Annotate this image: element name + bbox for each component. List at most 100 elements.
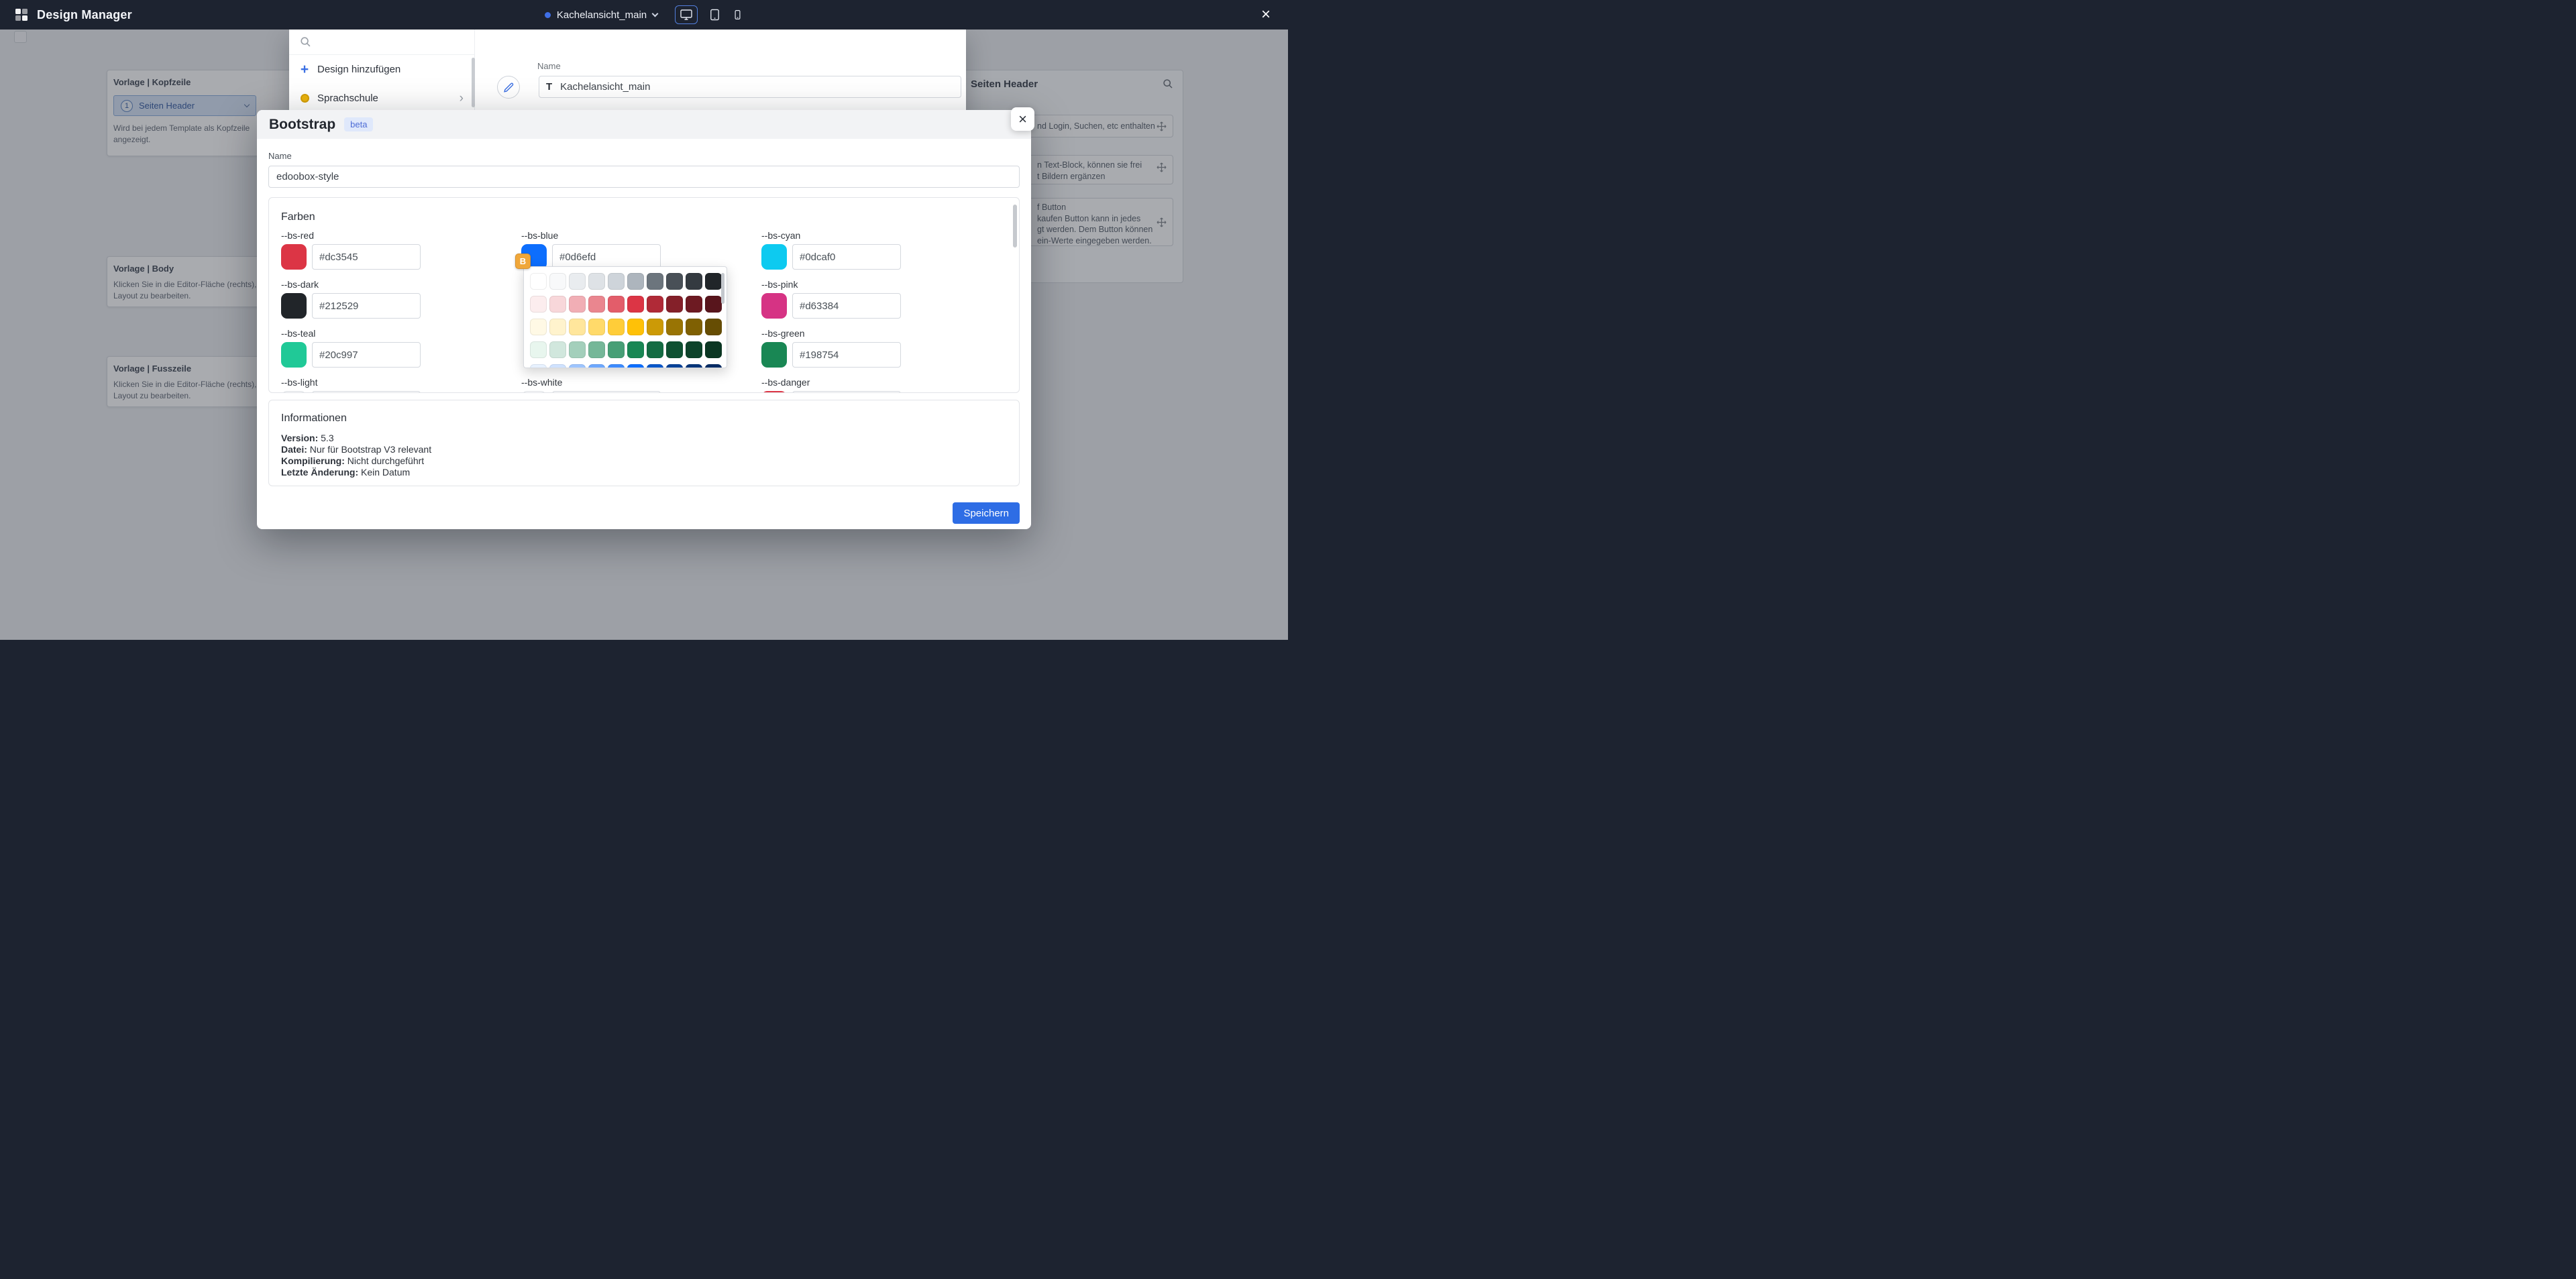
add-design-button[interactable]: + Design hinzufügen xyxy=(289,55,474,84)
palette-swatch[interactable] xyxy=(705,273,722,290)
palette-swatch[interactable] xyxy=(569,319,586,335)
palette-swatch[interactable] xyxy=(627,296,644,313)
palette-swatch[interactable] xyxy=(686,296,702,313)
chevron-right-icon: › xyxy=(460,92,464,105)
info-section-title: Informationen xyxy=(281,412,1007,425)
design-search[interactable] xyxy=(289,30,474,55)
palette-swatch[interactable] xyxy=(627,341,644,358)
palette-swatch[interactable] xyxy=(666,364,683,368)
color-hex-input[interactable] xyxy=(552,391,661,393)
palette-swatch[interactable] xyxy=(686,319,702,335)
palette-swatch[interactable] xyxy=(549,364,566,368)
palette-swatch[interactable] xyxy=(608,364,625,368)
palette-swatch[interactable] xyxy=(686,341,702,358)
palette-swatch[interactable] xyxy=(666,273,683,290)
palette-swatch[interactable] xyxy=(569,364,586,368)
device-tablet-button[interactable] xyxy=(708,8,721,21)
color-swatch[interactable] xyxy=(281,391,307,393)
palette-swatch[interactable] xyxy=(588,341,605,358)
palette-swatch[interactable] xyxy=(627,364,644,368)
color-swatch[interactable] xyxy=(761,244,787,270)
colors-scrollbar[interactable] xyxy=(1013,205,1017,247)
picker-scrollbar[interactable] xyxy=(721,273,724,304)
palette-swatch[interactable] xyxy=(569,296,586,313)
color-hex-input[interactable] xyxy=(792,244,901,270)
edit-design-button[interactable] xyxy=(497,76,520,99)
design-selector-dropdown[interactable]: Kachelansicht_main xyxy=(545,9,657,21)
design-item-sprachschule[interactable]: Sprachschule › xyxy=(289,84,474,113)
color-hex-input[interactable] xyxy=(312,293,421,319)
color-field-bs-dark: --bs-dark xyxy=(281,279,421,319)
color-swatch[interactable] xyxy=(761,342,787,368)
palette-swatch[interactable] xyxy=(549,319,566,335)
palette-swatch[interactable] xyxy=(647,296,663,313)
palette-swatch[interactable] xyxy=(686,364,702,368)
beta-badge: beta xyxy=(344,117,373,131)
palette-swatch[interactable] xyxy=(705,296,722,313)
design-name-field[interactable]: T xyxy=(539,76,961,98)
color-swatch[interactable] xyxy=(281,342,307,368)
chevron-down-icon xyxy=(652,10,659,17)
palette-swatch[interactable] xyxy=(588,364,605,368)
palette-swatch[interactable] xyxy=(705,364,722,368)
palette-swatch[interactable] xyxy=(569,273,586,290)
palette-swatch[interactable] xyxy=(549,273,566,290)
palette-swatch[interactable] xyxy=(530,273,547,290)
palette-swatch[interactable] xyxy=(705,319,722,335)
palette-swatch[interactable] xyxy=(569,341,586,358)
device-desktop-button[interactable] xyxy=(675,5,698,24)
color-swatch[interactable] xyxy=(521,391,547,393)
palette-swatch[interactable] xyxy=(530,341,547,358)
palette-swatch[interactable] xyxy=(647,364,663,368)
color-hex-input[interactable] xyxy=(792,391,901,393)
palette-swatch[interactable] xyxy=(608,341,625,358)
color-swatch[interactable] xyxy=(761,293,787,319)
palette-swatch[interactable] xyxy=(666,319,683,335)
palette-swatch[interactable] xyxy=(530,319,547,335)
modal-header: Bootstrap beta xyxy=(257,110,1031,139)
color-hex-input[interactable] xyxy=(792,342,901,368)
colors-section-title: Farben xyxy=(281,211,1019,223)
save-button[interactable]: Speichern xyxy=(953,502,1020,524)
color-swatch[interactable] xyxy=(281,244,307,270)
palette-swatch[interactable] xyxy=(608,273,625,290)
bootstrap-picker-icon[interactable]: B xyxy=(515,254,531,269)
search-icon xyxy=(300,36,311,48)
informationen-section: Informationen Version: 5.3 Datei: Nur fü… xyxy=(268,400,1020,486)
palette-swatch[interactable] xyxy=(627,319,644,335)
device-phone-button[interactable] xyxy=(732,8,743,21)
info-letzte-aenderung: Letzte Änderung: Kein Datum xyxy=(281,467,1007,478)
palette-swatch[interactable] xyxy=(549,341,566,358)
palette-swatch[interactable] xyxy=(588,319,605,335)
palette-swatch[interactable] xyxy=(530,296,547,313)
color-swatch[interactable] xyxy=(281,293,307,319)
palette-swatch[interactable] xyxy=(549,296,566,313)
palette-swatch[interactable] xyxy=(588,296,605,313)
color-hex-input[interactable] xyxy=(312,244,421,270)
list-scrollbar[interactable] xyxy=(472,58,475,107)
palette-swatch[interactable] xyxy=(666,296,683,313)
palette-swatch[interactable] xyxy=(627,273,644,290)
color-swatch[interactable] xyxy=(761,391,787,393)
palette-swatch[interactable] xyxy=(666,341,683,358)
color-hex-input[interactable] xyxy=(792,293,901,319)
close-modal-button[interactable]: × xyxy=(1011,107,1034,131)
palette-swatch[interactable] xyxy=(608,296,625,313)
color-field-bs-blue: --bs-blue xyxy=(521,230,661,270)
color-hex-input[interactable] xyxy=(312,342,421,368)
color-hex-input[interactable] xyxy=(312,391,421,393)
palette-swatch[interactable] xyxy=(647,319,663,335)
colors-section: Farben --bs-red --bs-blue xyxy=(268,197,1020,393)
color-field-bs-danger: --bs-danger xyxy=(761,377,901,393)
palette-swatch[interactable] xyxy=(647,341,663,358)
design-selector-label: Kachelansicht_main xyxy=(557,9,647,21)
palette-swatch[interactable] xyxy=(530,364,547,368)
design-name-input[interactable] xyxy=(559,80,954,93)
palette-swatch[interactable] xyxy=(686,273,702,290)
palette-swatch[interactable] xyxy=(647,273,663,290)
info-kompilierung: Kompilierung: Nicht durchgeführt xyxy=(281,455,1007,467)
palette-swatch[interactable] xyxy=(588,273,605,290)
palette-swatch[interactable] xyxy=(608,319,625,335)
style-name-input[interactable] xyxy=(268,166,1020,188)
palette-swatch[interactable] xyxy=(705,341,722,358)
